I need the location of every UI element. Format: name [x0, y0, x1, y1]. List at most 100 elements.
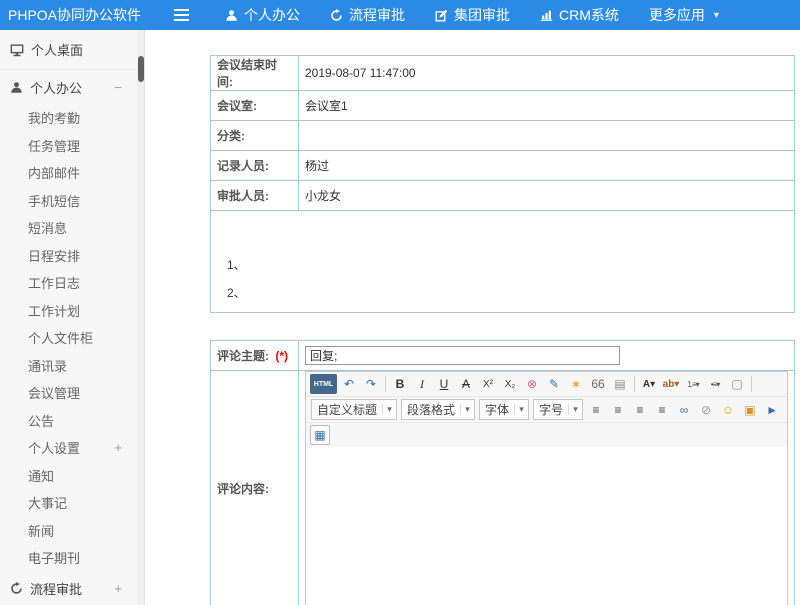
caret-down-icon[interactable]: ▾ — [460, 404, 474, 415]
format-painter-button[interactable]: ✎ — [544, 374, 564, 394]
heading-select[interactable]: 自定义标题 ▾ — [311, 399, 397, 420]
meeting-content-lines: 1、 2、 — [227, 251, 788, 307]
sidebar-item-label: 通知 — [28, 466, 54, 485]
image-button[interactable]: ▣ — [740, 400, 760, 420]
unlink-button[interactable]: ⊘ — [696, 400, 716, 420]
field-label: 分类: — [211, 121, 299, 151]
undo-button[interactable]: ↶ — [339, 374, 359, 394]
sidebar-item[interactable]: 工作计划 — [0, 297, 137, 325]
sidebar-item-label: 个人桌面 — [31, 40, 83, 59]
sidebar-item[interactable]: 新闻 — [0, 517, 137, 545]
sidebar-item[interactable]: 任务管理 — [0, 132, 137, 160]
caret-down-icon[interactable]: ▾ — [568, 404, 582, 415]
form-row: 记录人员: 杨过 — [211, 151, 795, 181]
sidebar-item-label: 公告 — [28, 411, 54, 430]
caret-down-icon[interactable]: ▾ — [514, 404, 528, 415]
paste-plain-button[interactable]: ▤ — [610, 374, 630, 394]
editor-toolbar-row1: HTML ↶ ↷ B I — [306, 372, 787, 396]
nav-personal-office[interactable]: 个人办公 — [210, 0, 315, 30]
nav-crm[interactable]: CRM系统 — [525, 0, 634, 30]
comment-content-label-cell: 评论内容: — [211, 371, 299, 605]
font-color-button[interactable]: A▾ — [639, 374, 659, 394]
select-value: 字号 — [534, 401, 568, 418]
paragraph-select[interactable]: 段落格式 ▾ — [401, 399, 475, 420]
remove-format-button[interactable]: ⊗ — [522, 374, 542, 394]
blockquote-button[interactable]: 66 — [588, 374, 608, 394]
workflow-icon — [10, 582, 23, 595]
sidebar-item-label: 工作日志 — [28, 273, 80, 292]
underline-button[interactable]: U — [434, 374, 454, 394]
font-family-select[interactable]: 字体 ▾ — [479, 399, 529, 420]
sidebar-item-desktop[interactable]: 个人桌面 — [0, 30, 137, 70]
nav-label: 流程审批 — [349, 5, 405, 25]
source-html-button[interactable]: HTML — [310, 374, 337, 394]
comment-subject-input[interactable] — [305, 346, 620, 365]
redo-button[interactable]: ↷ — [361, 374, 381, 394]
select-value: 字体 — [480, 401, 514, 418]
meeting-content-cell: 1、 2、 — [211, 211, 795, 313]
unordered-list-button[interactable]: •≡▾ — [705, 374, 725, 394]
align-center-button[interactable]: ≡ — [608, 400, 628, 420]
sidebar-item[interactable]: 手机短信 — [0, 187, 137, 215]
collapse-icon[interactable]: − — [114, 80, 127, 95]
content-line: 2、 — [227, 279, 788, 307]
strikethrough-button[interactable]: A — [456, 374, 476, 394]
new-doc-button[interactable]: ▢ — [727, 374, 747, 394]
sidebar-item[interactable]: 大事记 — [0, 489, 137, 517]
sidebar-item[interactable]: 短消息 — [0, 214, 137, 242]
sidebar-item[interactable]: 通知 — [0, 462, 137, 490]
scrollbar-thumb[interactable] — [138, 56, 144, 82]
sidebar-item[interactable]: 工作日志 — [0, 269, 137, 297]
italic-button[interactable]: I — [412, 374, 432, 394]
sidebar-group-workflow[interactable]: 流程审批 + — [0, 572, 137, 605]
align-justify-button[interactable]: ≡ — [652, 400, 672, 420]
editor-content-area[interactable] — [306, 447, 787, 605]
sidebar-item[interactable]: 会议管理 — [0, 379, 137, 407]
sidebar-item[interactable]: 公告 — [0, 407, 137, 435]
sidebar-group-personal-office[interactable]: 个人办公 − — [0, 70, 137, 104]
separator — [634, 376, 635, 392]
expand-icon[interactable]: + — [114, 581, 127, 596]
sidebar-item-label: 任务管理 — [28, 136, 80, 155]
sidebar: 个人桌面 个人办公 − 我的考勤 任务管理 内部邮件 手机短 — [0, 30, 137, 605]
menu-toggle-icon[interactable] — [152, 0, 210, 30]
nav-workflow-approval[interactable]: 流程审批 — [315, 0, 420, 30]
sidebar-item[interactable]: 通讯录 — [0, 352, 137, 380]
expand-icon[interactable]: + — [114, 440, 137, 455]
font-size-select[interactable]: 字号 ▾ — [533, 399, 583, 420]
sidebar-item[interactable]: 个人设置 + — [0, 434, 137, 462]
refresh-icon — [330, 9, 343, 22]
comment-subject-row: 评论主题: (*) — [211, 341, 795, 371]
highlight-color-button[interactable]: ab▾ — [661, 374, 681, 394]
sidebar-item[interactable]: 内部邮件 — [0, 159, 137, 187]
field-value: 小龙女 — [299, 181, 795, 211]
section-gap — [210, 313, 795, 340]
caret-down-icon[interactable]: ▾ — [382, 404, 396, 415]
sidebar-item[interactable]: 日程安排 — [0, 242, 137, 270]
nav-group-approval[interactable]: 集团审批 — [420, 0, 525, 30]
subscript-button[interactable]: X₂ — [500, 374, 520, 394]
edit-icon — [435, 9, 448, 22]
sidebar-item[interactable]: 个人文件柜 — [0, 324, 137, 352]
field-label: 会议结束时间: — [211, 56, 299, 91]
auto-typeset-button[interactable]: ∗ — [566, 374, 586, 394]
superscript-button[interactable]: X² — [478, 374, 498, 394]
ordered-list-button[interactable]: 1.≡▾ — [683, 374, 703, 394]
emotion-button[interactable]: ☺ — [718, 400, 738, 420]
sidebar-item-label: 通讯录 — [28, 356, 67, 375]
video-button[interactable]: ► — [762, 400, 782, 420]
align-left-button[interactable]: ≡ — [586, 400, 606, 420]
editor-toolbar-row3: ▦ — [306, 422, 787, 447]
field-label: 记录人员: — [211, 151, 299, 181]
sidebar-scrollbar[interactable] — [137, 30, 145, 605]
bold-button[interactable]: B — [390, 374, 410, 394]
sidebar-item[interactable]: 我的考勤 — [0, 104, 137, 132]
sidebar-item[interactable]: 电子期刊 — [0, 544, 137, 572]
link-button[interactable]: ∞ — [674, 400, 694, 420]
content-line: 1、 — [227, 251, 788, 279]
insert-table-button[interactable]: ▦ — [310, 425, 330, 445]
form-row: 会议结束时间: 2019-08-07 11:47:00 — [211, 56, 795, 91]
nav-more-apps[interactable]: 更多应用 ▾ — [634, 0, 734, 30]
sidebar-item-label: 大事记 — [28, 493, 67, 512]
align-right-button[interactable]: ≡ — [630, 400, 650, 420]
